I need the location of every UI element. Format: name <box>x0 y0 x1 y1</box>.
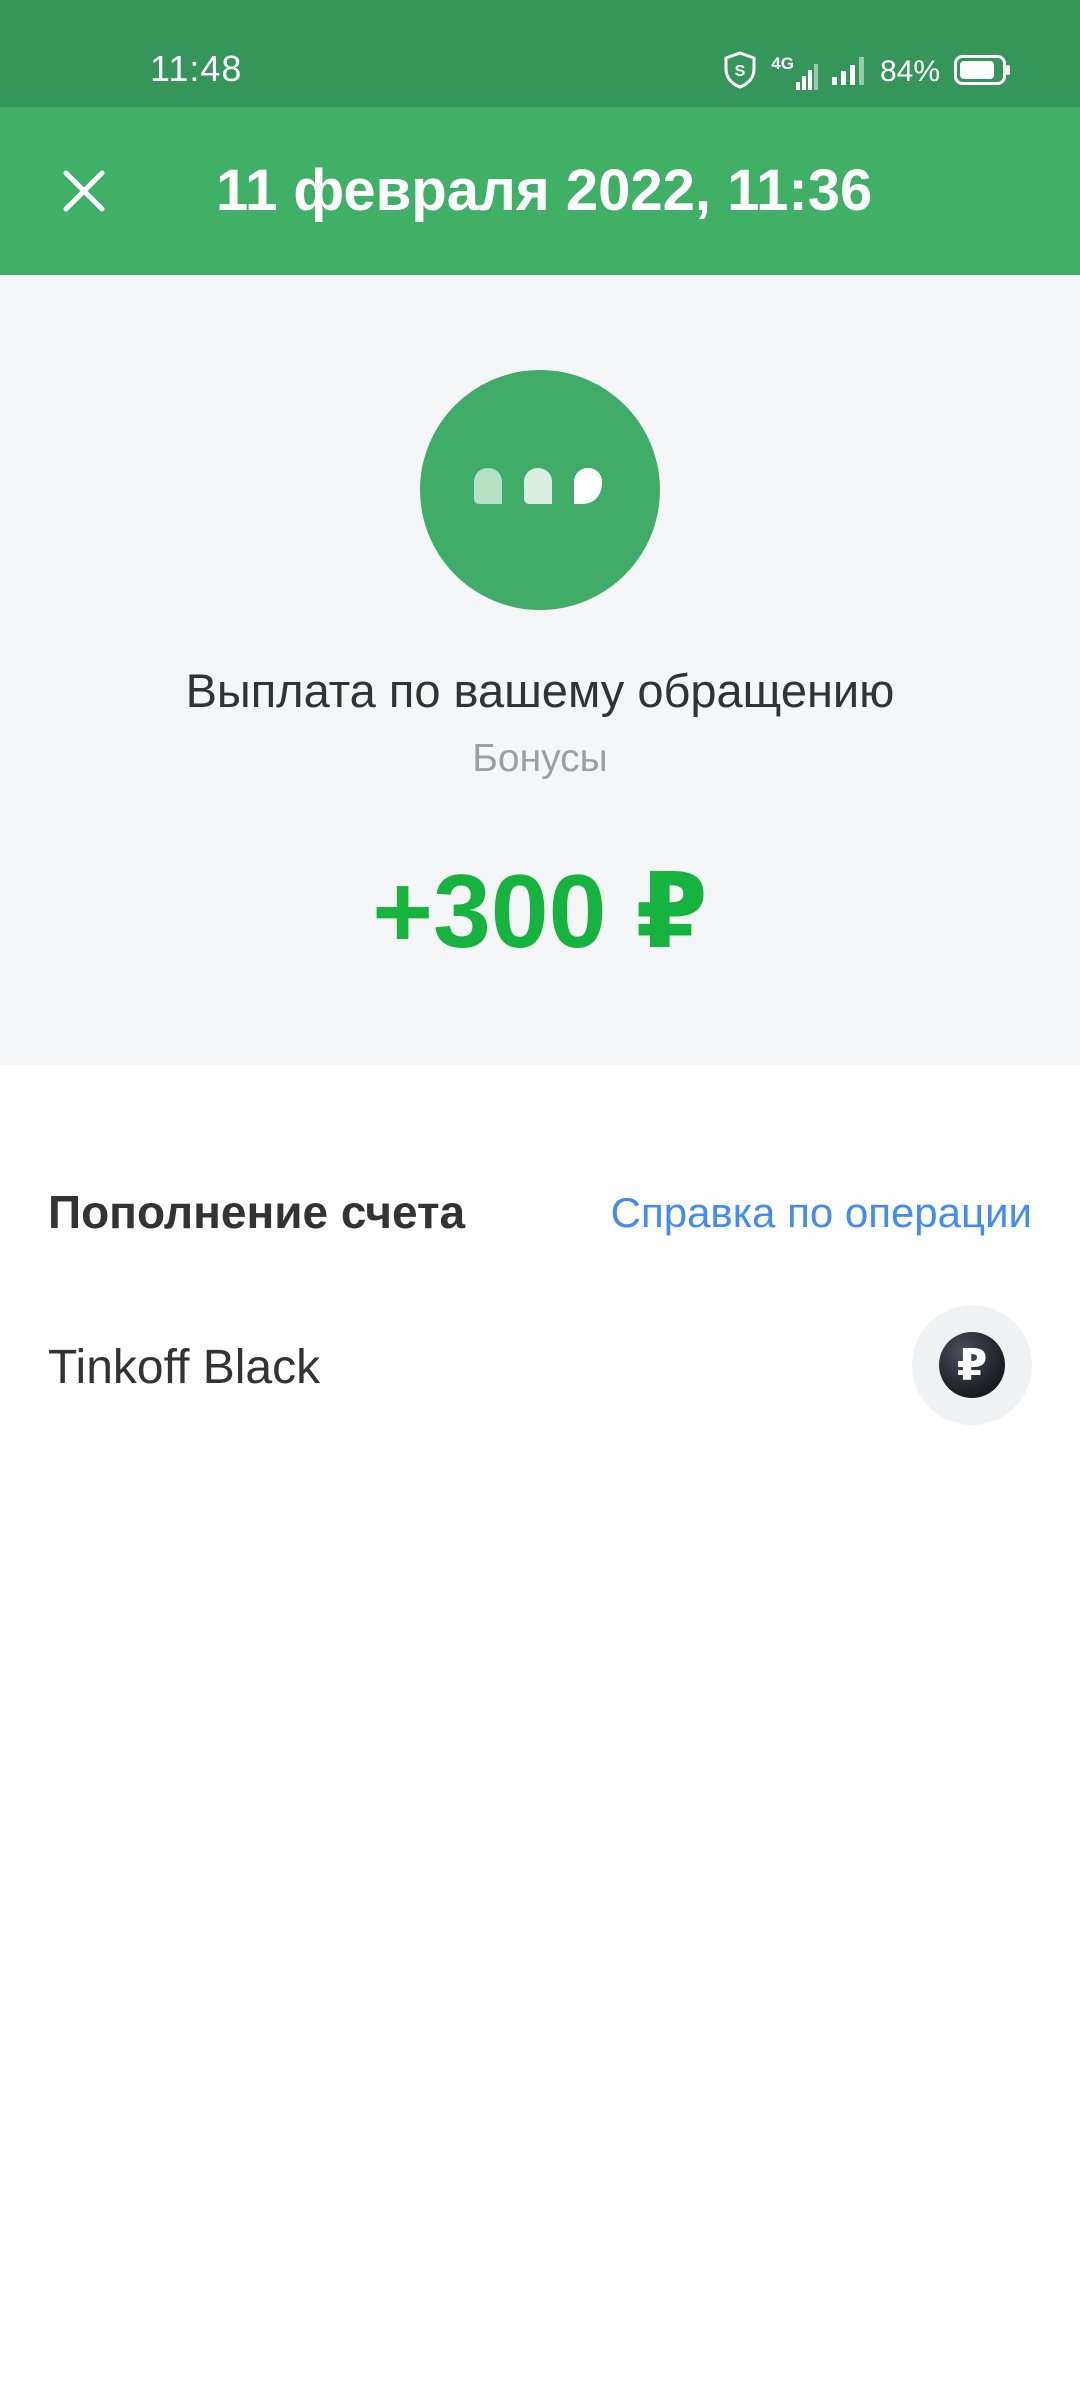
status-bar: 11:48 S 4G 84% <box>0 0 1080 107</box>
account-row[interactable]: Tinkoff Black ₽ <box>0 1300 1080 1430</box>
operation-amount: +300 ₽ <box>372 854 708 970</box>
operation-help-link[interactable]: Справка по операции <box>611 1189 1032 1237</box>
battery-percent: 84% <box>879 55 940 88</box>
section-title: Пополнение счета <box>48 1186 466 1238</box>
account-name: Tinkoff Black <box>48 1341 321 1394</box>
close-button[interactable] <box>44 151 124 231</box>
chat-bubbles-icon <box>474 468 602 504</box>
shield-icon: S <box>723 50 757 94</box>
close-icon <box>63 170 105 212</box>
battery-icon <box>954 54 1012 90</box>
signal-icon <box>831 55 866 90</box>
page-title: 11 февраля 2022, 11:36 <box>216 158 873 223</box>
network-label: 4G <box>771 53 794 73</box>
operation-summary: Выплата по вашему обращению Бонусы +300 … <box>0 275 1080 1065</box>
app-bar: 11 февраля 2022, 11:36 <box>0 107 1080 275</box>
status-time: 11:48 <box>150 48 243 89</box>
svg-text:S: S <box>735 63 746 80</box>
network-4g-icon: 4G <box>771 55 818 90</box>
operation-title: Выплата по вашему обращению <box>185 664 895 717</box>
operation-icon <box>420 370 660 610</box>
status-icons: S 4G 84% <box>709 50 1012 94</box>
operation-category: Бонусы <box>472 737 608 780</box>
account-icon-container: ₽ <box>912 1305 1032 1425</box>
ruble-account-icon: ₽ <box>939 1332 1005 1398</box>
